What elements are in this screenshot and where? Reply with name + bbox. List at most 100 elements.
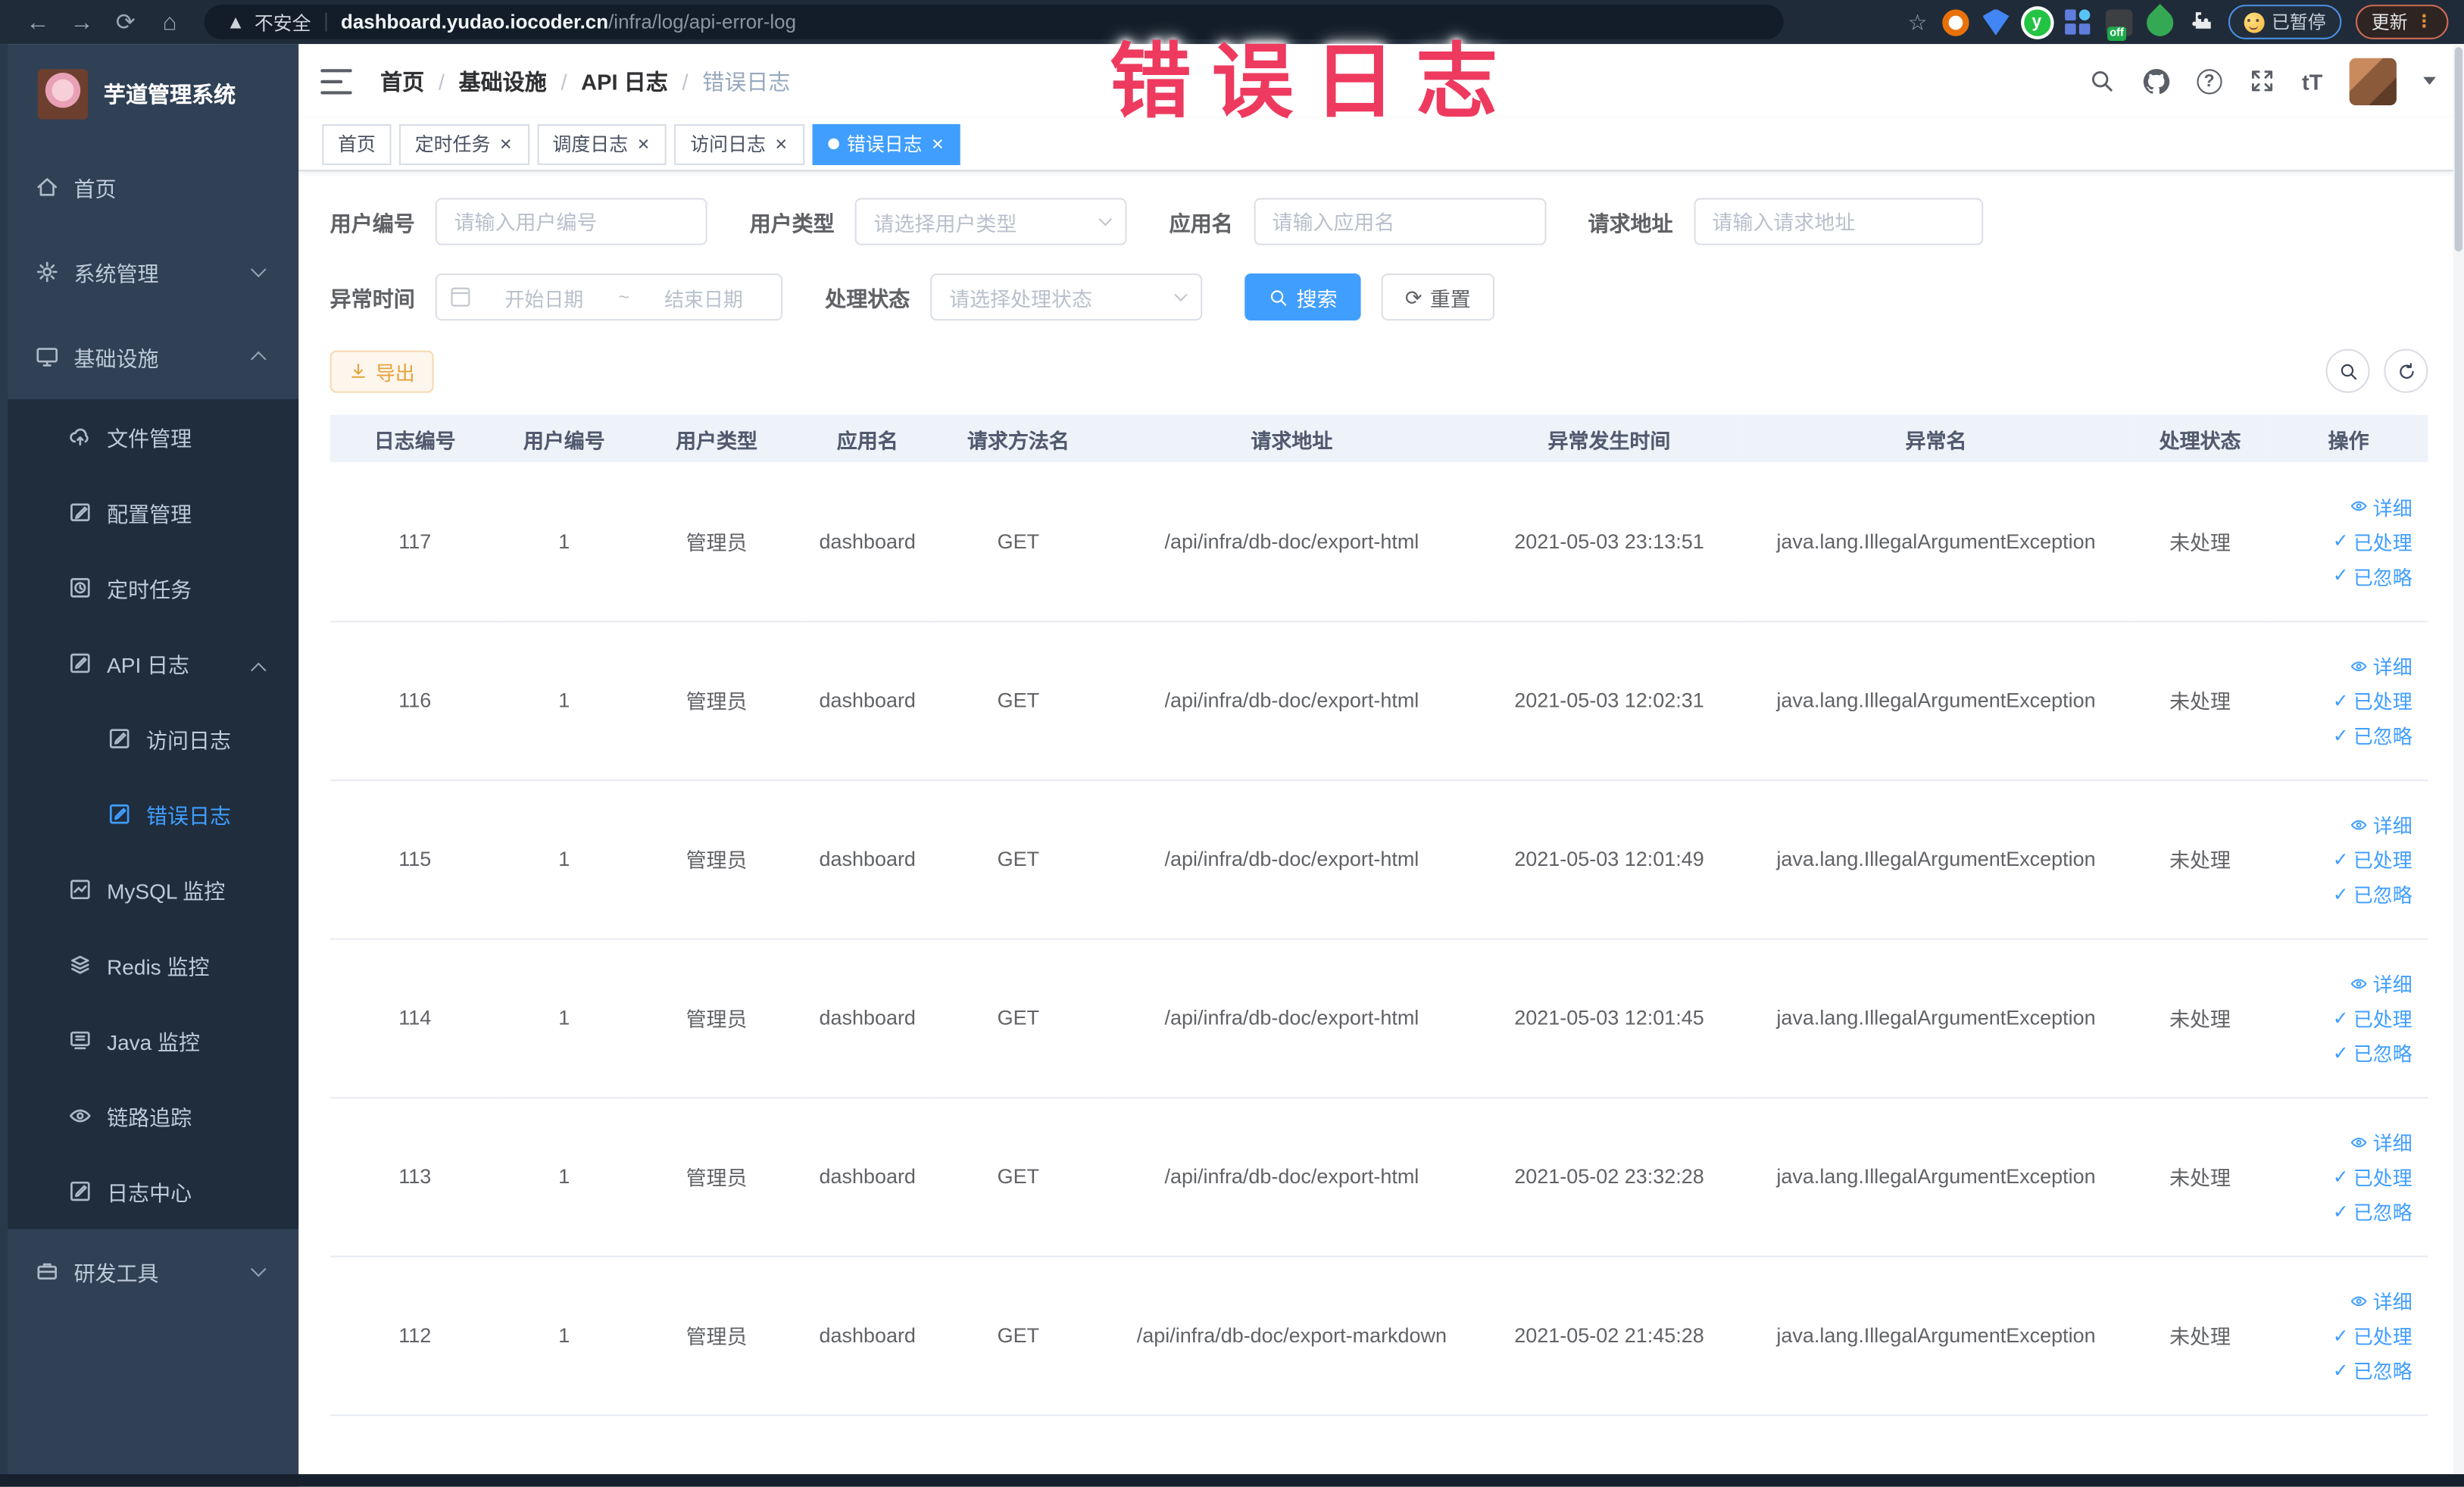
mark-processed-link[interactable]: ✓ 已处理 bbox=[2269, 683, 2412, 717]
extensions-puzzle-icon[interactable] bbox=[2187, 8, 2213, 35]
extension-icon-green-y[interactable]: y bbox=[2023, 8, 2050, 36]
mark-processed-link[interactable]: ✓ 已处理 bbox=[2269, 1318, 2412, 1353]
sidebar-item-java-monitor[interactable]: Java 监控 bbox=[0, 1003, 298, 1079]
mark-processed-link[interactable]: ✓ 已处理 bbox=[2269, 523, 2412, 558]
extension-icon-shield[interactable] bbox=[1982, 8, 2010, 36]
bookmark-star-icon[interactable]: ☆ bbox=[1908, 8, 1928, 35]
sidebar-item-error-log[interactable]: 错误日志 bbox=[0, 776, 298, 852]
reset-button[interactable]: ⟳ 重置 bbox=[1381, 273, 1494, 321]
mark-ignored-link[interactable]: ✓ 已忽略 bbox=[2269, 558, 2412, 593]
gear-icon bbox=[36, 261, 58, 283]
app-name-input[interactable] bbox=[1253, 198, 1546, 245]
process-status-select[interactable]: 请选择处理状态 bbox=[930, 273, 1203, 321]
timer-icon bbox=[70, 578, 90, 598]
home-icon bbox=[37, 178, 58, 196]
paused-extension-pill[interactable]: 已暂停 bbox=[2227, 5, 2342, 39]
exception-time-range-picker[interactable]: 开始日期 ~ 结束日期 bbox=[435, 273, 783, 321]
fullscreen-icon[interactable] bbox=[2248, 67, 2275, 94]
extension-icon-leaf[interactable] bbox=[2140, 3, 2178, 41]
url-path[interactable]: /infra/log/api-error-log bbox=[608, 11, 796, 33]
filter-row-2: 异常时间 开始日期 ~ 结束日期 处理状态 请选择处理状态 搜索 ⟳ 重置 bbox=[330, 273, 2428, 321]
home-icon[interactable]: ⌂ bbox=[148, 8, 192, 35]
tab-access-log[interactable]: 访问日志 bbox=[674, 123, 804, 164]
tab-home[interactable]: 首页 bbox=[322, 123, 392, 164]
browser-menu-icon[interactable]: ⋮ bbox=[2416, 13, 2433, 31]
extension-icon-proxy[interactable]: off bbox=[2105, 8, 2132, 40]
close-icon[interactable] bbox=[636, 133, 651, 154]
check-icon: ✓ bbox=[2332, 1358, 2349, 1381]
sidebar-item-api-log[interactable]: API 日志 bbox=[0, 626, 298, 701]
sidebar-item-access-log[interactable]: 访问日志 bbox=[0, 701, 298, 776]
close-icon[interactable] bbox=[773, 133, 789, 154]
detail-link[interactable]: 详细 bbox=[2269, 1124, 2412, 1159]
mark-ignored-link[interactable]: ✓ 已忽略 bbox=[2269, 717, 2412, 752]
sidebar-item-system[interactable]: 系统管理 bbox=[0, 230, 298, 314]
breadcrumb-infra[interactable]: 基础设施 bbox=[459, 65, 547, 96]
emoji-face-icon bbox=[2243, 11, 2264, 33]
tab-schedule-log[interactable]: 调度日志 bbox=[536, 123, 667, 164]
address-bar[interactable]: ▲ 不安全 dashboard.yudao.iocoder.cn /infra/… bbox=[204, 5, 1784, 39]
font-size-icon[interactable]: tT bbox=[2302, 68, 2322, 93]
app-logo-row[interactable]: 芋道管理系统 bbox=[0, 44, 298, 145]
mark-processed-link[interactable]: ✓ 已处理 bbox=[2269, 842, 2412, 876]
sidebar-item-file-manage[interactable]: 文件管理 bbox=[0, 399, 298, 475]
help-icon[interactable]: ? bbox=[2196, 68, 2222, 94]
mark-ignored-link[interactable]: ✓ 已忽略 bbox=[2269, 1352, 2412, 1387]
filter-row-1: 用户编号 用户类型 请选择用户类型 应用名 bbox=[330, 198, 2428, 245]
tab-scheduled-jobs[interactable]: 定时任务 bbox=[399, 123, 529, 164]
detail-link[interactable]: 详细 bbox=[2269, 1283, 2412, 1318]
sidebar-item-log-center[interactable]: 日志中心 bbox=[0, 1154, 298, 1229]
sidebar-item-home[interactable]: 首页 bbox=[0, 145, 298, 230]
search-icon bbox=[1270, 289, 1287, 305]
reload-icon[interactable]: ⟳ bbox=[104, 8, 148, 36]
sidebar-item-mysql-monitor[interactable]: MySQL 监控 bbox=[0, 851, 298, 927]
security-label[interactable]: 不安全 bbox=[255, 8, 311, 35]
briefcase-icon bbox=[37, 1263, 58, 1280]
mark-ignored-link[interactable]: ✓ 已忽略 bbox=[2269, 876, 2412, 911]
export-button[interactable]: 导出 bbox=[329, 349, 434, 392]
app-title: 芋道管理系统 bbox=[103, 81, 236, 108]
mark-processed-link[interactable]: ✓ 已处理 bbox=[2269, 1001, 2412, 1036]
detail-link[interactable]: 详细 bbox=[2269, 966, 2412, 1001]
search-button[interactable]: 搜索 bbox=[1244, 273, 1361, 321]
table-toolbar: 导出 bbox=[329, 348, 2428, 393]
extension-icon-orange[interactable] bbox=[1941, 8, 1969, 36]
github-icon[interactable] bbox=[2141, 67, 2169, 95]
detail-link[interactable]: 详细 bbox=[2269, 807, 2412, 842]
sidebar-item-redis-monitor[interactable]: Redis 监控 bbox=[0, 927, 298, 1003]
page-scrollbar[interactable] bbox=[2453, 44, 2464, 1475]
close-icon[interactable] bbox=[498, 133, 514, 154]
mark-ignored-link[interactable]: ✓ 已忽略 bbox=[2269, 1035, 2412, 1070]
breadcrumb-api-log[interactable]: API 日志 bbox=[581, 65, 668, 96]
close-icon[interactable] bbox=[930, 133, 945, 154]
refresh-table-button[interactable] bbox=[2384, 348, 2428, 393]
toggle-search-button[interactable] bbox=[2325, 348, 2370, 393]
sidebar-item-trace[interactable]: 链路追踪 bbox=[0, 1078, 298, 1154]
detail-link[interactable]: 详细 bbox=[2269, 489, 2412, 524]
extension-icon-grid[interactable] bbox=[2064, 8, 2091, 35]
check-icon: ✓ bbox=[2332, 1200, 2349, 1223]
avatar-caret-icon[interactable] bbox=[2423, 77, 2436, 86]
user-type-select[interactable]: 请选择用户类型 bbox=[854, 198, 1127, 245]
update-browser-button[interactable]: 更新 ⋮ bbox=[2355, 5, 2449, 39]
sidebar-item-config-manage[interactable]: 配置管理 bbox=[0, 475, 298, 551]
sidebar-item-scheduled-jobs[interactable]: 定时任务 bbox=[0, 550, 298, 626]
breadcrumb-home[interactable]: 首页 bbox=[380, 65, 424, 96]
header-search-icon[interactable] bbox=[2088, 67, 2115, 94]
back-icon[interactable]: ← bbox=[16, 8, 60, 35]
scrollbar-thumb[interactable] bbox=[2454, 47, 2463, 251]
paused-label: 已暂停 bbox=[2271, 14, 2326, 33]
sidebar-item-infra[interactable]: 基础设施 bbox=[0, 314, 298, 399]
mark-ignored-link[interactable]: ✓ 已忽略 bbox=[2269, 1194, 2412, 1229]
mark-processed-link[interactable]: ✓ 已处理 bbox=[2269, 1159, 2412, 1194]
tab-error-log[interactable]: 错误日志 bbox=[812, 123, 961, 164]
user-id-input[interactable] bbox=[435, 198, 707, 245]
refresh-icon bbox=[2399, 362, 2413, 378]
forward-icon[interactable]: → bbox=[60, 8, 104, 35]
collapse-sidebar-icon[interactable] bbox=[320, 68, 352, 94]
sidebar-item-dev-tools[interactable]: 研发工具 bbox=[0, 1229, 298, 1314]
user-avatar[interactable] bbox=[2349, 57, 2397, 105]
detail-link[interactable]: 详细 bbox=[2269, 648, 2412, 683]
url-host[interactable]: dashboard.yudao.iocoder.cn bbox=[341, 11, 608, 33]
request-url-input[interactable] bbox=[1693, 198, 1983, 245]
